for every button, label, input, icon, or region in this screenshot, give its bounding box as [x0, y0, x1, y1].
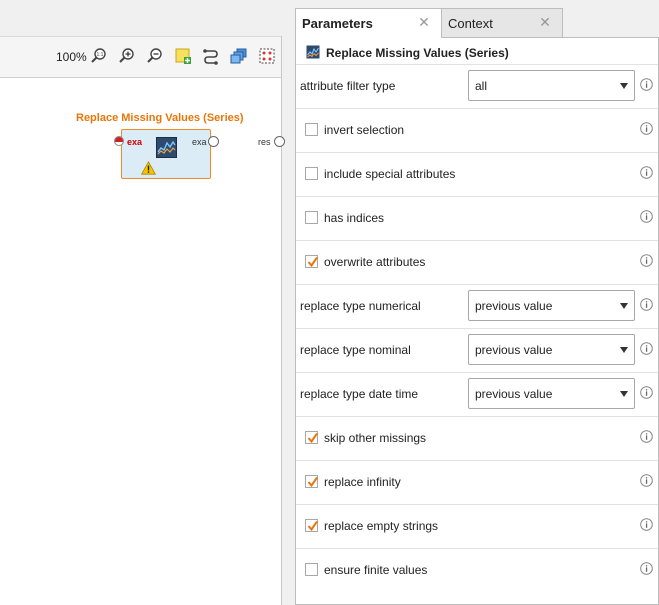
checkbox-label[interactable]: has indices [324, 211, 384, 225]
info-icon[interactable] [640, 78, 653, 91]
zoom-out-icon[interactable] [146, 47, 164, 65]
param-row-invert-selection: invert selection [296, 108, 658, 153]
output-port-label: exa [192, 137, 207, 147]
replace-empty-strings-checkbox[interactable] [305, 519, 318, 532]
warning-icon [141, 161, 156, 175]
param-row-replace-type-numerical: replace type numerical previous value [296, 284, 658, 329]
info-icon[interactable] [640, 474, 653, 487]
time-series-icon [156, 137, 177, 158]
param-row-replace-infinity: replace infinity [296, 460, 658, 505]
zoom-level: 100% [56, 50, 87, 64]
param-label: replace type date time [300, 387, 419, 401]
select-value: previous value [475, 387, 553, 401]
arrange-operators-icon[interactable] [230, 47, 248, 65]
info-icon[interactable] [640, 518, 653, 531]
param-row-include-special-attributes: include special attributes [296, 152, 658, 197]
chevron-down-icon[interactable] [620, 83, 628, 89]
result-port-label: res [258, 137, 271, 147]
param-row-attribute-filter-type: attribute filter type all [296, 64, 658, 109]
tab-label: Parameters [302, 16, 373, 31]
fit-to-view-icon[interactable] [258, 47, 276, 65]
has-indices-checkbox[interactable] [305, 211, 318, 224]
info-icon[interactable] [640, 562, 653, 575]
param-row-skip-other-missings: skip other missings [296, 416, 658, 461]
parameters-panel: Replace Missing Values (Series) attribut… [295, 37, 659, 605]
close-icon[interactable]: ✕ [417, 15, 431, 29]
param-row-replace-type-date-time: replace type date time previous value [296, 372, 658, 417]
checkbox-label[interactable]: invert selection [324, 123, 404, 137]
select-value: previous value [475, 343, 553, 357]
include-special-attributes-checkbox[interactable] [305, 167, 318, 180]
param-label: replace type numerical [300, 299, 421, 313]
param-row-has-indices: has indices [296, 196, 658, 241]
checkbox-label[interactable]: replace empty strings [324, 519, 438, 533]
tab-context[interactable]: Context ✕ [441, 8, 563, 37]
invert-selection-checkbox[interactable] [305, 123, 318, 136]
param-row-replace-empty-strings: replace empty strings [296, 504, 658, 549]
attribute-filter-type-select[interactable]: all [468, 70, 635, 101]
zoom-fit-icon[interactable]: 1:1 [90, 47, 108, 65]
info-icon[interactable] [640, 430, 653, 443]
panel-title: Replace Missing Values (Series) [326, 46, 509, 60]
operator-input-port[interactable] [114, 136, 124, 146]
param-label: attribute filter type [300, 79, 396, 93]
auto-wire-icon[interactable] [202, 47, 220, 65]
close-icon[interactable]: ✕ [538, 15, 552, 29]
tab-parameters[interactable]: Parameters ✕ [295, 8, 442, 38]
param-label: replace type nominal [300, 343, 411, 357]
param-row-overwrite-attributes: overwrite attributes [296, 240, 658, 285]
operator-output-port[interactable] [208, 136, 219, 147]
replace-type-date-time-select[interactable]: previous value [468, 378, 635, 409]
checkbox-label[interactable]: skip other missings [324, 431, 426, 445]
operator-title: Replace Missing Values (Series) [76, 112, 244, 124]
ensure-finite-values-checkbox[interactable] [305, 563, 318, 576]
chevron-down-icon[interactable] [620, 303, 628, 309]
checkbox-label[interactable]: ensure finite values [324, 563, 427, 577]
info-icon[interactable] [640, 342, 653, 355]
time-series-icon [306, 45, 320, 59]
result-port[interactable] [274, 136, 285, 147]
info-icon[interactable] [640, 386, 653, 399]
checkbox-label[interactable]: replace infinity [324, 475, 401, 489]
replace-infinity-checkbox[interactable] [305, 475, 318, 488]
chevron-down-icon[interactable] [620, 391, 628, 397]
select-value: all [475, 79, 488, 93]
info-icon[interactable] [640, 210, 653, 223]
input-port-label: exa [127, 137, 143, 147]
checkbox-label[interactable]: overwrite attributes [324, 255, 425, 269]
skip-other-missings-checkbox[interactable] [305, 431, 318, 444]
info-icon[interactable] [640, 166, 653, 179]
select-value: previous value [475, 299, 553, 313]
zoom-in-icon[interactable] [118, 47, 136, 65]
info-icon[interactable] [640, 122, 653, 135]
info-icon[interactable] [640, 298, 653, 311]
param-row-ensure-finite-values: ensure finite values [296, 548, 658, 593]
add-note-icon[interactable] [174, 47, 192, 65]
overwrite-attributes-checkbox[interactable] [305, 255, 318, 268]
param-row-replace-type-nominal: replace type nominal previous value [296, 328, 658, 373]
replace-type-numerical-select[interactable]: previous value [468, 290, 635, 321]
tab-label: Context [448, 16, 493, 31]
replace-type-nominal-select[interactable]: previous value [468, 334, 635, 365]
svg-text:1:1: 1:1 [97, 52, 104, 58]
info-icon[interactable] [640, 254, 653, 267]
checkbox-label[interactable]: include special attributes [324, 167, 455, 181]
chevron-down-icon[interactable] [620, 347, 628, 353]
panel-tabs: Parameters ✕ Context ✕ [295, 8, 563, 38]
